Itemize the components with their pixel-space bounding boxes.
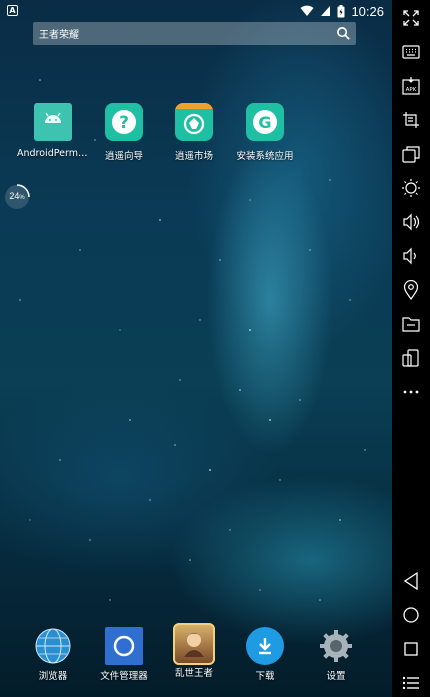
search-bar[interactable]: 王者荣耀 xyxy=(33,22,356,45)
dock-settings[interactable]: 设置 xyxy=(300,627,372,682)
signal-icon xyxy=(321,6,331,16)
app-label: 逍遥向导 xyxy=(104,151,143,162)
clock: 10:26 xyxy=(351,3,384,19)
app-label: 逍遥市场 xyxy=(174,151,213,162)
location-icon[interactable] xyxy=(392,278,430,302)
multi-window-icon[interactable] xyxy=(392,142,430,166)
dock-file-manager[interactable]: 文件管理器 xyxy=(88,627,160,682)
brightness-icon[interactable] xyxy=(392,176,430,200)
more-icon[interactable] xyxy=(392,380,430,404)
dock-label: 设置 xyxy=(326,671,346,682)
dock-label: 下载 xyxy=(255,671,275,682)
game-icon xyxy=(173,623,215,665)
fullscreen-icon[interactable] xyxy=(392,6,430,30)
home-icon[interactable] xyxy=(392,603,430,627)
menu-list-icon[interactable] xyxy=(392,671,430,695)
dock-download[interactable]: 下载 xyxy=(229,627,301,682)
folder-icon xyxy=(105,627,143,665)
app-market[interactable]: 逍遥市场 xyxy=(158,103,230,162)
dock-label: 文件管理器 xyxy=(100,671,148,682)
home-screen: A 10:26 王者荣耀 24% AndroidPermiss... ? 逍遥向… xyxy=(0,0,392,697)
app-label: AndroidPermiss... xyxy=(17,148,89,159)
app-install-system[interactable]: G 安装系统应用 xyxy=(229,103,301,162)
volume-up-icon[interactable] xyxy=(392,210,430,234)
app-android-permissions[interactable]: AndroidPermiss... xyxy=(17,103,89,159)
wifi-icon xyxy=(300,5,314,16)
widget-value: 24 xyxy=(9,191,20,201)
volume-down-icon[interactable] xyxy=(392,244,430,268)
rotate-icon[interactable] xyxy=(392,346,430,370)
apk-install-icon[interactable]: APK xyxy=(392,74,430,98)
keyboard-icon[interactable] xyxy=(392,40,430,64)
widget-unit: % xyxy=(19,195,25,201)
search-input[interactable]: 王者荣耀 xyxy=(39,26,79,41)
dock-game[interactable]: 乱世王者 xyxy=(158,623,230,679)
notification-icon: A xyxy=(7,5,18,16)
download-icon xyxy=(246,627,284,665)
svg-text:G: G xyxy=(258,113,271,132)
app-label: 安装系统应用 xyxy=(236,151,294,162)
dock-browser[interactable]: 浏览器 xyxy=(17,627,89,682)
globe-icon xyxy=(34,627,72,665)
android-icon xyxy=(34,103,72,141)
dock-label: 乱世王者 xyxy=(174,668,213,679)
shared-folder-icon[interactable] xyxy=(392,312,430,336)
emulator-toolbar: APK xyxy=(392,0,430,697)
app-guide[interactable]: ? 逍遥向导 xyxy=(88,103,160,162)
gear-icon xyxy=(317,627,355,665)
g-logo-icon: G xyxy=(246,103,284,141)
battery-icon xyxy=(337,4,345,17)
search-icon[interactable] xyxy=(336,26,351,41)
back-icon[interactable] xyxy=(392,569,430,593)
screenshot-icon[interactable] xyxy=(392,108,430,132)
question-icon: ? xyxy=(105,103,143,141)
svg-text:APK: APK xyxy=(406,87,417,93)
dock-label: 浏览器 xyxy=(38,671,68,682)
market-icon xyxy=(175,103,213,141)
svg-text:?: ? xyxy=(119,113,129,133)
memory-widget[interactable]: 24% xyxy=(3,183,31,211)
status-bar: A 10:26 xyxy=(0,0,392,22)
recents-icon[interactable] xyxy=(392,637,430,661)
